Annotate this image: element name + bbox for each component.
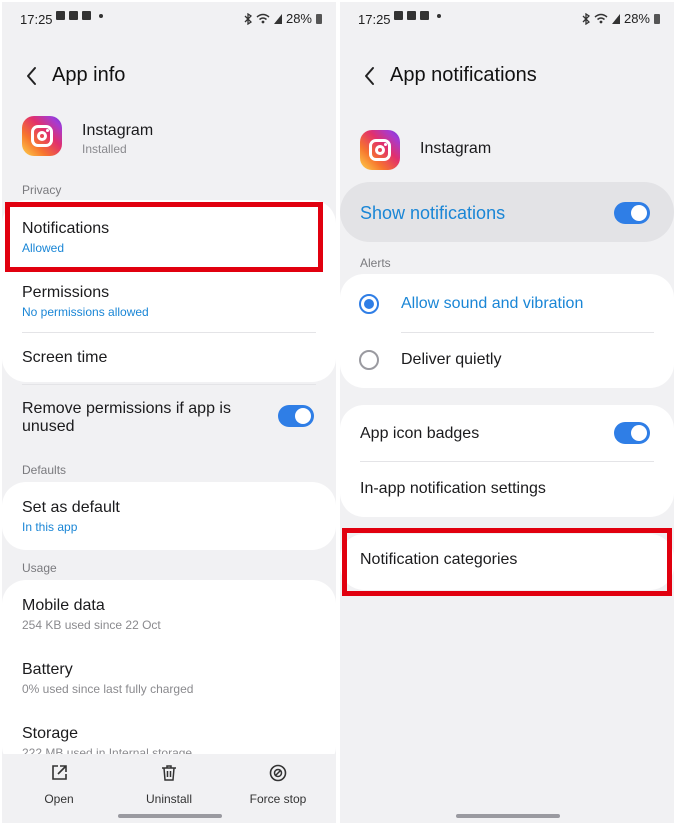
- permissions-label: Permissions: [22, 284, 110, 301]
- open-icon: [52, 765, 67, 780]
- usage-card: Mobile data 254 KB used since 22 Oct Bat…: [2, 580, 336, 770]
- allow-sound-label: Allow sound and vibration: [401, 295, 584, 312]
- section-privacy: Privacy: [22, 183, 62, 197]
- set-default-row[interactable]: Set as default In this app: [2, 482, 336, 550]
- section-alerts: Alerts: [360, 256, 391, 270]
- home-indicator: [456, 814, 560, 818]
- highlight-notifications: [5, 202, 323, 272]
- uninstall-button[interactable]: Uninstall: [119, 760, 219, 810]
- battery-percent: 28%: [623, 11, 650, 26]
- notification-icons: [394, 11, 441, 20]
- app-status: Installed: [82, 142, 127, 156]
- battery-icon: [316, 13, 322, 24]
- badges-card: App icon badges In-app notification sett…: [340, 405, 674, 517]
- deliver-quietly-option[interactable]: Deliver quietly: [340, 332, 674, 388]
- instagram-icon: [360, 130, 400, 170]
- open-button[interactable]: Open: [9, 760, 109, 810]
- uninstall-label: Uninstall: [145, 792, 193, 806]
- signal-icon: [611, 13, 620, 24]
- divider: [22, 384, 316, 385]
- mobile-data-row[interactable]: Mobile data 254 KB used since 22 Oct: [2, 580, 336, 644]
- in-app-settings-label: In-app notification settings: [360, 480, 546, 497]
- force-stop-label: Force stop: [249, 792, 307, 806]
- status-bar: 17:25 28%: [340, 2, 674, 36]
- home-indicator: [118, 814, 222, 818]
- remove-permissions-label-1: Remove permissions if app is: [22, 400, 231, 417]
- set-default-value: In this app: [22, 520, 78, 534]
- set-default-label: Set as default: [22, 499, 120, 516]
- permissions-value: No permissions allowed: [22, 305, 149, 319]
- page-title: App info: [52, 64, 126, 86]
- permissions-row[interactable]: Permissions No permissions allowed: [2, 268, 336, 332]
- system-icons: 28%: [582, 11, 660, 26]
- trash-icon: [162, 765, 176, 781]
- bluetooth-icon: [244, 12, 252, 25]
- app-info-screen: 17:25 28% App info Instagram Installed P…: [2, 2, 336, 823]
- battery-icon: [654, 13, 660, 24]
- section-usage: Usage: [22, 561, 57, 575]
- app-icon-badges-label: App icon badges: [360, 425, 480, 442]
- app-name: Instagram: [420, 140, 492, 157]
- gallery-icon: [394, 11, 403, 20]
- notification-icons: [56, 11, 103, 20]
- storage-label: Storage: [22, 725, 79, 742]
- battery-value: 0% used since last fully charged: [22, 682, 194, 696]
- remove-permissions-row[interactable]: Remove permissions if app is unused: [2, 384, 336, 454]
- screen-time-label: Screen time: [22, 349, 108, 366]
- force-stop-icon: [269, 764, 287, 782]
- mobile-data-value: 254 KB used since 22 Oct: [22, 618, 161, 632]
- app-icon-badges-toggle[interactable]: [614, 422, 650, 444]
- force-stop-button[interactable]: Force stop: [228, 760, 328, 810]
- calendar-icon: [82, 11, 91, 20]
- app-name: Instagram: [82, 122, 154, 139]
- page-title: App notifications: [390, 64, 537, 86]
- battery-label: Battery: [22, 661, 73, 678]
- back-arrow-icon[interactable]: [20, 64, 44, 88]
- settings-icon: [69, 11, 78, 20]
- settings-icon: [407, 11, 416, 20]
- deliver-quietly-label: Deliver quietly: [401, 351, 502, 368]
- mobile-data-label: Mobile data: [22, 597, 105, 614]
- status-bar: 17:25 28%: [2, 2, 336, 36]
- remove-permissions-label-2: unused: [22, 418, 75, 435]
- more-dot-icon: [99, 13, 103, 18]
- back-arrow-icon[interactable]: [358, 64, 382, 88]
- status-time: 17:25: [358, 12, 391, 27]
- bottom-action-bar: Open Uninstall Force stop: [2, 754, 336, 823]
- status-time: 17:25: [20, 12, 53, 27]
- show-notifications-row[interactable]: Show notifications: [340, 182, 674, 242]
- battery-percent: 28%: [285, 11, 312, 26]
- show-notifications-toggle[interactable]: [614, 202, 650, 224]
- section-defaults: Defaults: [22, 463, 67, 477]
- allow-sound-radio[interactable]: [359, 294, 379, 314]
- gallery-icon: [56, 11, 65, 20]
- signal-icon: [273, 13, 282, 24]
- more-dot-icon: [437, 13, 441, 18]
- show-notifications-label: Show notifications: [360, 203, 506, 223]
- calendar-icon: [420, 11, 429, 20]
- remove-permissions-toggle[interactable]: [278, 405, 314, 427]
- in-app-settings-row[interactable]: In-app notification settings: [340, 462, 674, 517]
- instagram-icon: [22, 116, 62, 156]
- app-icon-badges-row[interactable]: App icon badges: [340, 405, 674, 461]
- system-icons: 28%: [244, 11, 322, 26]
- allow-sound-option[interactable]: Allow sound and vibration: [340, 274, 674, 332]
- battery-row[interactable]: Battery 0% used since last fully charged: [2, 644, 336, 708]
- deliver-quietly-radio[interactable]: [359, 350, 379, 370]
- app-notifications-screen: 17:25 28% App notifications Instagram Sh…: [340, 2, 674, 823]
- highlight-categories: [342, 528, 672, 596]
- alerts-card: Allow sound and vibration Deliver quietl…: [340, 274, 674, 388]
- wifi-icon: [594, 13, 608, 24]
- bluetooth-icon: [582, 12, 590, 25]
- screen-time-row[interactable]: Screen time: [2, 333, 336, 382]
- wifi-icon: [256, 13, 270, 24]
- open-label: Open: [44, 792, 74, 806]
